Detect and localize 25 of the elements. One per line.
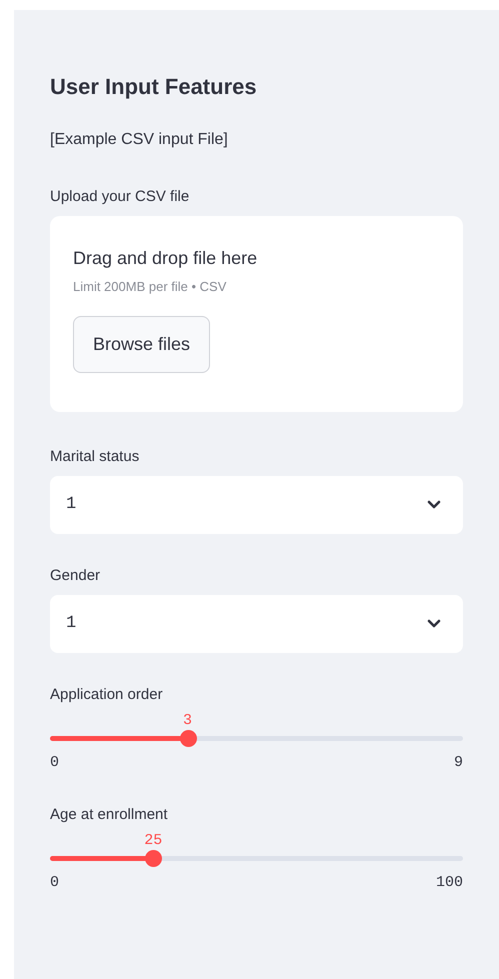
slider-min: 0 bbox=[50, 873, 60, 893]
browse-files-button[interactable]: Browse files bbox=[73, 316, 210, 373]
chevron-down-icon bbox=[427, 619, 441, 629]
upload-limit: Limit 200MB per file • CSV bbox=[73, 278, 228, 296]
sidebar-title: User Input Features bbox=[50, 73, 258, 101]
chevron-down-icon bbox=[427, 500, 441, 510]
slider-value: 3 bbox=[183, 711, 192, 731]
select-value: 1 bbox=[66, 494, 76, 516]
slider-min: 0 bbox=[50, 753, 60, 773]
file-dropzone[interactable]: Drag and drop file here Limit 200MB per file • CSV Browse files bbox=[50, 216, 463, 412]
slider-thumb[interactable] bbox=[145, 850, 162, 867]
slider-value: 25 bbox=[144, 831, 162, 851]
select-field[interactable]: 1 bbox=[50, 595, 463, 653]
field-label: Gender bbox=[50, 566, 102, 586]
slider-max: 100 bbox=[436, 873, 463, 893]
select-value: 1 bbox=[66, 613, 76, 636]
upload-label: Upload your CSV file bbox=[50, 187, 190, 207]
select-field[interactable]: 1 bbox=[50, 476, 463, 534]
slider-label: Age at enrollment bbox=[50, 805, 169, 825]
example-link[interactable]: [Example CSV input File] bbox=[50, 129, 463, 151]
dropzone-instructions: Drag and drop file here bbox=[73, 247, 258, 270]
slider-thumb[interactable] bbox=[180, 730, 197, 747]
slider-label: Application order bbox=[50, 685, 164, 705]
field-label: Marital status bbox=[50, 447, 140, 467]
slider-max: 9 bbox=[454, 753, 463, 773]
